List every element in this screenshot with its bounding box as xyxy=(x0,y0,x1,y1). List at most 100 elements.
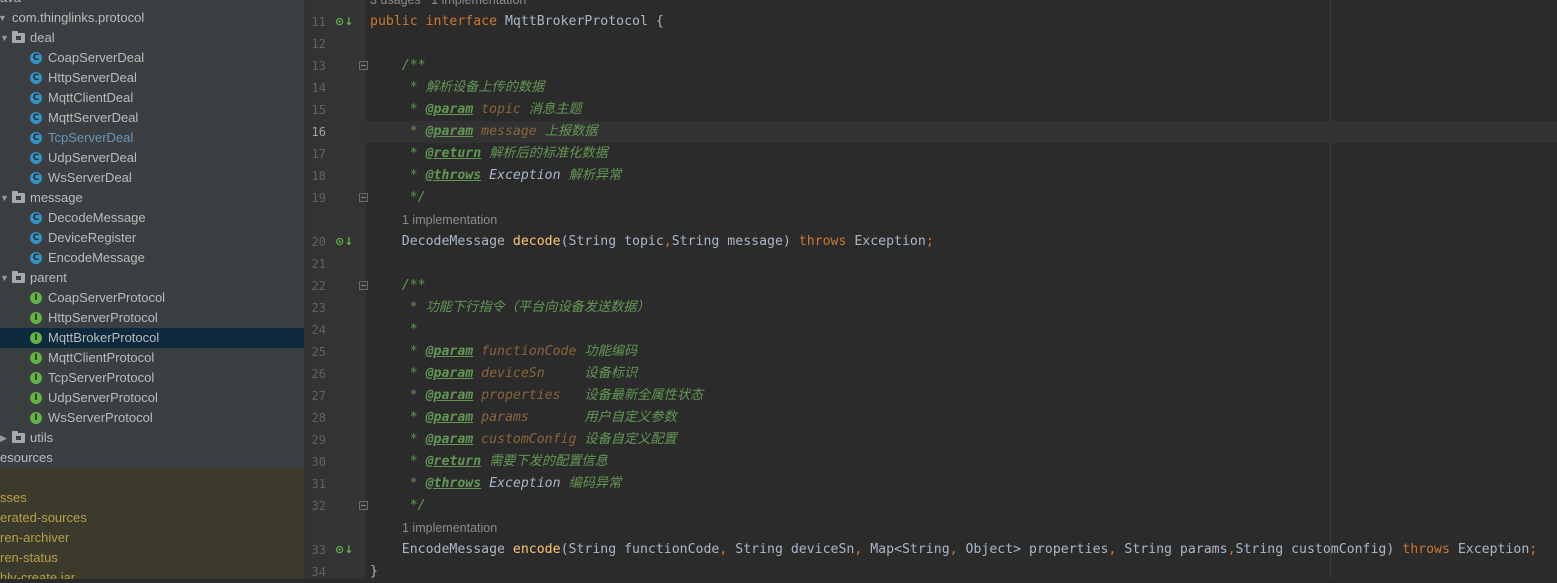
project-tree-panel[interactable]: ava▼com.thinglinks.protocol▼dealCCoapSer… xyxy=(0,0,304,579)
code-line[interactable]: /** xyxy=(370,275,426,297)
tree-item[interactable]: ▼ deal xyxy=(0,28,304,48)
tree-item[interactable]: C MqttServerDeal xyxy=(0,108,304,128)
tree-item[interactable]: I CoapServerProtocol xyxy=(0,288,304,308)
tree-item[interactable]: I UdpServerProtocol xyxy=(0,388,304,408)
line-number[interactable]: 18 xyxy=(306,165,326,187)
fold-toggle-icon[interactable] xyxy=(359,281,368,290)
code-line[interactable]: } xyxy=(370,561,378,583)
line-number[interactable]: 24 xyxy=(306,319,326,341)
code-line[interactable]: * 功能下行指令（平台向设备发送数据） xyxy=(370,297,650,319)
tree-item[interactable]: C HttpServerDeal xyxy=(0,68,304,88)
line-number[interactable]: 34 xyxy=(306,561,326,583)
code-line[interactable]: * @param customConfig 设备自定义配置 xyxy=(370,429,677,451)
usages-hint[interactable]: 3 usages 1 implementation xyxy=(370,0,526,9)
code-token: /** xyxy=(370,278,426,293)
line-number[interactable]: 27 xyxy=(306,385,326,407)
tree-item[interactable]: ▼ com.thinglinks.protocol xyxy=(0,8,304,28)
code-token: (String topic xyxy=(560,234,664,249)
tree-item-label: HttpServerProtocol xyxy=(48,310,158,325)
code-line[interactable]: * @throws Exception 编码异常 xyxy=(370,473,622,495)
tree-item-label: CoapServerProtocol xyxy=(48,290,166,305)
chevron-down-icon[interactable]: ▼ xyxy=(0,8,7,28)
code-line[interactable]: EncodeMessage encode(String functionCode… xyxy=(370,539,1538,561)
code-line[interactable]: */ xyxy=(370,495,426,517)
line-number[interactable]: 11 xyxy=(306,11,326,33)
tree-item[interactable]: hly-create.jar xyxy=(0,568,304,579)
code-line[interactable]: * @param message 上报数据 xyxy=(370,121,598,143)
code-line[interactable]: DecodeMessage decode(String topic,String… xyxy=(370,231,934,253)
code-token: Object> properties xyxy=(965,542,1109,557)
line-number[interactable]: 25 xyxy=(306,341,326,363)
line-number[interactable]: 12 xyxy=(306,33,326,55)
fold-toggle-icon[interactable] xyxy=(359,193,368,202)
tree-item[interactable]: C UdpServerDeal xyxy=(0,148,304,168)
line-number[interactable]: 28 xyxy=(306,407,326,429)
line-number[interactable]: 30 xyxy=(306,451,326,473)
line-number[interactable]: 19 xyxy=(306,187,326,209)
tree-item[interactable]: ava xyxy=(0,0,304,8)
line-number[interactable]: 20 xyxy=(306,231,326,253)
line-number[interactable]: 21 xyxy=(306,253,326,275)
tree-item[interactable]: I TcpServerProtocol xyxy=(0,368,304,388)
code-line[interactable]: * @return 解析后的标准化数据 xyxy=(370,143,608,165)
code-line[interactable]: * @param deviceSn 设备标识 xyxy=(370,363,637,385)
line-number[interactable]: 13 xyxy=(306,55,326,77)
code-line[interactable]: * @param properties 设备最新全属性状态 xyxy=(370,385,703,407)
chevron-down-icon[interactable]: ▼ xyxy=(0,268,9,288)
line-number[interactable]: 17 xyxy=(306,143,326,165)
tree-item[interactable]: I MqttClientProtocol xyxy=(0,348,304,368)
tree-item[interactable]: I HttpServerProtocol xyxy=(0,308,304,328)
line-number[interactable]: 23 xyxy=(306,297,326,319)
implemented-by-icon[interactable]: ⊙↓ xyxy=(335,14,353,30)
tree-item[interactable]: sses xyxy=(0,488,304,508)
chevron-down-icon[interactable]: ▼ xyxy=(0,28,9,48)
tree-item[interactable]: ▶ utils xyxy=(0,428,304,448)
tree-item[interactable]: ren-archiver xyxy=(0,528,304,548)
fold-toggle-icon[interactable] xyxy=(359,501,368,510)
line-number[interactable]: 32 xyxy=(306,495,326,517)
tree-item[interactable]: I WsServerProtocol xyxy=(0,408,304,428)
tree-item[interactable]: ▼ parent xyxy=(0,268,304,288)
tree-item[interactable]: ren-status xyxy=(0,548,304,568)
tree-item[interactable]: C TcpServerDeal xyxy=(0,128,304,148)
implementation-hint-decode[interactable]: 1 implementation xyxy=(402,211,497,229)
chevron-down-icon[interactable]: ▼ xyxy=(0,188,9,208)
code-token: * xyxy=(370,322,418,337)
tree-item[interactable] xyxy=(0,468,304,488)
implemented-by-icon[interactable]: ⊙↓ xyxy=(335,234,353,250)
code-line[interactable]: * @throws Exception 解析异常 xyxy=(370,165,622,187)
code-line[interactable]: * @param params 用户自定义参数 xyxy=(370,407,677,429)
code-line[interactable]: * @return 需要下发的配置信息 xyxy=(370,451,608,473)
line-number[interactable]: 16 xyxy=(306,121,326,143)
code-line[interactable]: * 解析设备上传的数据 xyxy=(370,77,545,99)
line-number[interactable]: 31 xyxy=(306,473,326,495)
line-number[interactable]: 14 xyxy=(306,77,326,99)
tree-item[interactable]: C CoapServerDeal xyxy=(0,48,304,68)
tree-item-label: UdpServerProtocol xyxy=(48,390,158,405)
code-token: 需要下发的配置信息 xyxy=(481,454,608,469)
tree-item[interactable]: erated-sources xyxy=(0,508,304,528)
chevron-right-icon[interactable]: ▶ xyxy=(0,428,7,448)
tree-item[interactable]: C EncodeMessage xyxy=(0,248,304,268)
implemented-by-icon[interactable]: ⊙↓ xyxy=(335,542,353,558)
line-number[interactable]: 33 xyxy=(306,539,326,561)
line-number[interactable]: 29 xyxy=(306,429,326,451)
tree-item[interactable]: C WsServerDeal xyxy=(0,168,304,188)
code-line[interactable]: /** xyxy=(370,55,426,77)
code-line[interactable]: */ xyxy=(370,187,426,209)
tree-item[interactable]: esources xyxy=(0,448,304,468)
code-line[interactable]: public interface MqttBrokerProtocol { xyxy=(370,11,664,33)
tree-item[interactable]: C MqttClientDeal xyxy=(0,88,304,108)
line-number[interactable]: 22 xyxy=(306,275,326,297)
implementation-hint-encode[interactable]: 1 implementation xyxy=(402,519,497,537)
line-number[interactable]: 26 xyxy=(306,363,326,385)
tree-item[interactable]: I MqttBrokerProtocol xyxy=(0,328,304,348)
tree-item[interactable]: ▼ message xyxy=(0,188,304,208)
code-line[interactable]: * xyxy=(370,319,418,341)
fold-toggle-icon[interactable] xyxy=(359,61,368,70)
tree-item[interactable]: C DeviceRegister xyxy=(0,228,304,248)
code-line[interactable]: * @param functionCode 功能编码 xyxy=(370,341,637,363)
code-line[interactable]: * @param topic 消息主题 xyxy=(370,99,582,121)
tree-item[interactable]: C DecodeMessage xyxy=(0,208,304,228)
line-number[interactable]: 15 xyxy=(306,99,326,121)
